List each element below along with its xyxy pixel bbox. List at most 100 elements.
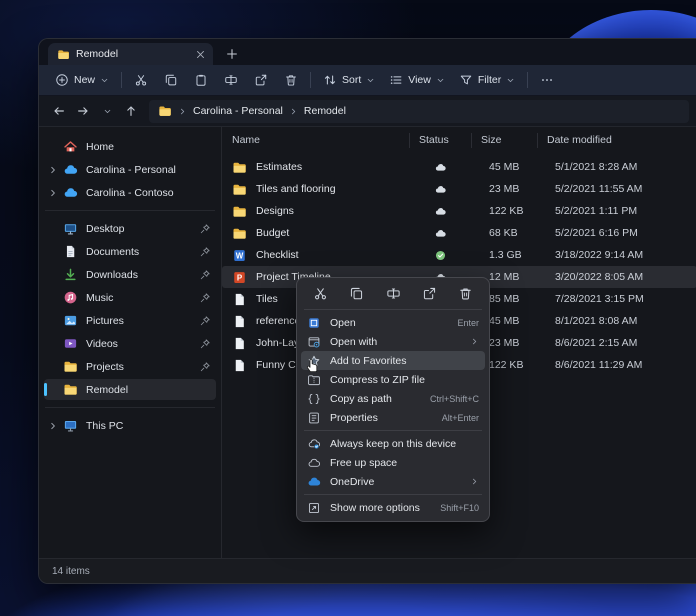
open-app-icon <box>307 316 321 330</box>
sidebar-item-desktop[interactable]: Desktop <box>44 218 216 239</box>
file-date-modified: 5/2/2021 6:16 PM <box>537 227 687 239</box>
cut-button[interactable] <box>127 68 155 92</box>
share-button[interactable] <box>247 68 275 92</box>
filter-button[interactable]: Filter <box>452 68 522 92</box>
see-more-button[interactable] <box>533 68 561 92</box>
sidebar-item-music[interactable]: Music <box>44 287 216 308</box>
column-header-date-modified[interactable]: Date modified <box>537 133 687 148</box>
sort-button[interactable]: Sort <box>316 68 382 92</box>
picture-icon <box>63 313 78 328</box>
breadcrumb-segment[interactable]: Carolina - Personal <box>193 105 283 117</box>
sidebar-item-projects[interactable]: Projects <box>44 356 216 377</box>
desktop-icon <box>63 221 78 236</box>
chevron-right-icon <box>470 477 479 486</box>
chevron-right-icon <box>470 337 479 346</box>
sidebar-item-carolina-contoso[interactable]: Carolina - Contoso <box>44 182 216 203</box>
sidebar-item-documents[interactable]: Documents <box>44 241 216 262</box>
toolbar-separator <box>310 72 311 88</box>
column-header-name[interactable]: Name <box>232 133 409 148</box>
file-row-designs[interactable]: Designs122 KB5/2/2021 1:11 PM <box>222 200 696 222</box>
sidebar-item-label: Music <box>86 292 199 304</box>
copy-icon <box>164 73 178 87</box>
rename-button[interactable] <box>217 68 245 92</box>
file-row-estimates[interactable]: Estimates45 MB5/1/2021 8:28 AM <box>222 156 696 178</box>
menu-item-add-to-favorites[interactable]: Add to Favorites <box>301 351 485 370</box>
file-row-budget[interactable]: Budget68 KB5/2/2021 6:16 PM <box>222 222 696 244</box>
download-icon <box>63 267 78 282</box>
new-tab-button[interactable] <box>225 47 239 61</box>
chevron-spacer <box>48 362 63 372</box>
menu-item-show-more-options[interactable]: Show more optionsShift+F10 <box>301 498 485 517</box>
forward-button[interactable] <box>71 99 95 123</box>
sidebar-item-home[interactable]: Home <box>44 136 216 157</box>
menu-item-onedrive[interactable]: OneDrive <box>301 472 485 491</box>
file-file-icon <box>232 336 247 351</box>
file-row-checklist[interactable]: WChecklist1.3 GB3/18/2022 9:14 AM <box>222 244 696 266</box>
menu-item-copy-as-path[interactable]: Copy as pathCtrl+Shift+C <box>301 389 485 408</box>
sidebar-item-videos[interactable]: Videos <box>44 333 216 354</box>
sidebar-item-remodel[interactable]: Remodel <box>44 379 216 400</box>
breadcrumb[interactable]: Carolina - Personal Remodel <box>149 100 689 123</box>
sidebar-item-label: Videos <box>86 338 199 350</box>
menu-divider <box>304 430 482 431</box>
file-name-cell: Estimates <box>232 160 409 175</box>
music-icon <box>63 290 78 305</box>
file-row-tiles-and-flooring[interactable]: Tiles and flooring23 MB5/2/2021 11:55 AM <box>222 178 696 200</box>
menu-item-label: Always keep on this device <box>330 438 479 450</box>
filter-icon <box>459 73 473 87</box>
menu-item-open[interactable]: OpenEnter <box>301 313 485 332</box>
back-button[interactable] <box>47 99 71 123</box>
cut-icon[interactable] <box>313 286 328 301</box>
menu-item-properties[interactable]: PropertiesAlt+Enter <box>301 408 485 427</box>
column-header-size[interactable]: Size <box>471 133 537 148</box>
breadcrumb-segment[interactable]: Remodel <box>304 105 346 117</box>
sidebar-item-downloads[interactable]: Downloads <box>44 264 216 285</box>
menu-divider <box>304 494 482 495</box>
share-icon[interactable] <box>422 286 437 301</box>
close-tab-icon[interactable] <box>194 48 207 61</box>
file-name: Budget <box>256 227 289 239</box>
menu-item-open-with[interactable]: Open with <box>301 332 485 351</box>
menu-item-compress-to-zip-file[interactable]: Compress to ZIP file <box>301 370 485 389</box>
menu-item-always-keep-on-this-device[interactable]: Always keep on this device <box>301 434 485 453</box>
copy-button[interactable] <box>157 68 185 92</box>
tab-remodel[interactable]: Remodel <box>48 43 213 65</box>
mouse-cursor <box>304 354 321 373</box>
file-status-cell <box>409 249 471 262</box>
sidebar-item-this-pc[interactable]: This PC <box>44 415 216 436</box>
up-button[interactable] <box>119 99 143 123</box>
file-date-modified: 7/28/2021 3:15 PM <box>537 293 687 305</box>
chevron-right-icon[interactable] <box>48 188 63 198</box>
navigation-sidebar: HomeCarolina - PersonalCarolina - Contos… <box>39 127 222 558</box>
paste-button[interactable] <box>187 68 215 92</box>
copy-icon[interactable] <box>349 286 364 301</box>
sidebar-item-label: Desktop <box>86 223 199 235</box>
new-button[interactable]: New <box>48 68 116 92</box>
rename-icon[interactable] <box>386 286 401 301</box>
svg-text:W: W <box>236 251 244 260</box>
recent-locations-button[interactable] <box>95 99 119 123</box>
delete-icon[interactable] <box>458 286 473 301</box>
menu-item-free-up-space[interactable]: Free up space <box>301 453 485 472</box>
cloud-outline-icon <box>307 456 321 470</box>
sidebar-item-pictures[interactable]: Pictures <box>44 310 216 331</box>
cloud-check-icon <box>307 437 321 451</box>
toolbar-separator <box>121 72 122 88</box>
sidebar-item-carolina-personal[interactable]: Carolina - Personal <box>44 159 216 180</box>
file-date-modified: 3/18/2022 9:14 AM <box>537 249 687 261</box>
chevron-down-icon <box>506 76 515 85</box>
file-status-cell <box>409 205 471 218</box>
tab-title: Remodel <box>76 48 188 60</box>
chevron-right-icon[interactable] <box>48 165 63 175</box>
file-name: Estimates <box>256 161 302 173</box>
column-header-status[interactable]: Status <box>409 133 471 148</box>
chevron-down-icon <box>436 76 445 85</box>
view-button[interactable]: View <box>382 68 452 92</box>
delete-button[interactable] <box>277 68 305 92</box>
share-icon <box>254 73 268 87</box>
monitor-icon <box>63 418 78 433</box>
file-name-cell: Tiles and flooring <box>232 182 409 197</box>
file-name: Tiles and flooring <box>256 183 336 195</box>
context-menu: OpenEnterOpen withAdd to FavoritesCompre… <box>296 277 490 522</box>
chevron-right-icon[interactable] <box>48 421 63 431</box>
